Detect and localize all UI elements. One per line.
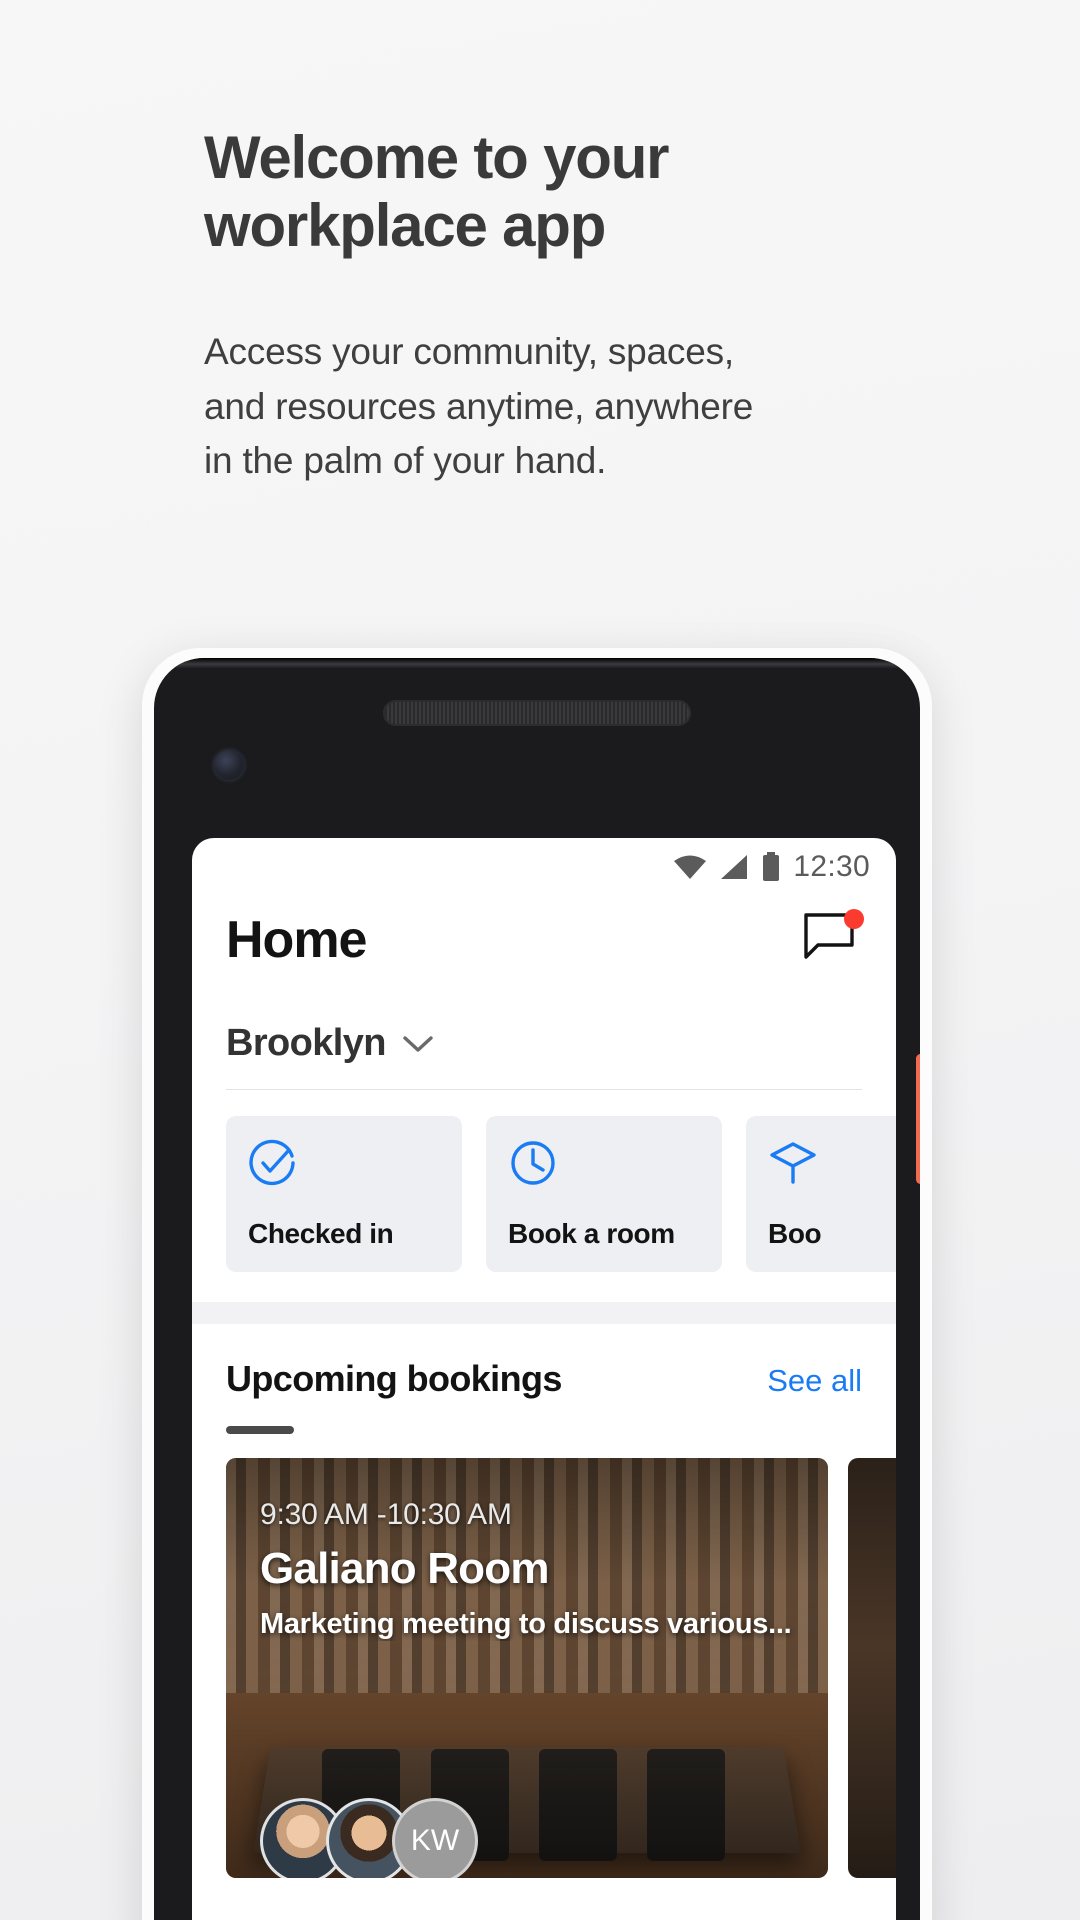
bezel-highlight: [154, 658, 920, 668]
check-circle-icon: [249, 1139, 295, 1186]
location-selector[interactable]: Brooklyn: [192, 970, 896, 1089]
booking-room-name: Galiano Room: [260, 1544, 549, 1593]
unread-badge: [844, 909, 864, 929]
quick-action-label: Checked in: [248, 1218, 394, 1249]
section-separator: [192, 1302, 896, 1324]
chair: [647, 1749, 726, 1862]
booking-card-next-peek[interactable]: [848, 1458, 896, 1878]
quick-actions-row[interactable]: Checked in Book a room Boo: [192, 1090, 896, 1302]
promo-block: Welcome to your workplace app Access you…: [204, 124, 924, 489]
page-subtitle: Access your community, spaces, and resou…: [204, 330, 754, 482]
booking-card[interactable]: 9:30 AM -10:30 AM Galiano Room Marketing…: [226, 1458, 828, 1878]
attendee-avatars[interactable]: KW: [260, 1798, 478, 1878]
carousel-indicator: [226, 1426, 294, 1434]
quick-action-label: Book a room: [508, 1218, 675, 1249]
status-bar-time: 12:30: [793, 850, 870, 883]
desk-icon: [770, 1142, 816, 1184]
quick-action-book-a-room[interactable]: Book a room: [486, 1116, 722, 1272]
app-page-title: Home: [226, 911, 367, 969]
cellular-signal-icon: [721, 855, 748, 879]
upcoming-bookings-header: Upcoming bookings See all: [192, 1324, 896, 1400]
booking-description: Marketing meeting to discuss various...: [260, 1608, 792, 1640]
earpiece-speaker: [383, 700, 691, 726]
app-header: Home: [192, 896, 896, 970]
quick-action-label: Boo: [768, 1218, 822, 1249]
page-title: Welcome to your workplace app: [204, 124, 670, 260]
front-camera-icon: [214, 750, 244, 780]
volume-side-button[interactable]: [916, 1054, 920, 1184]
battery-icon: [763, 852, 780, 881]
see-all-link[interactable]: See all: [767, 1363, 862, 1399]
bookings-carousel[interactable]: 9:30 AM -10:30 AM Galiano Room Marketing…: [192, 1434, 896, 1878]
phone-bezel: 12:30 Home Brooklyn Checked in Book a ro…: [154, 658, 920, 1920]
chair: [539, 1749, 618, 1862]
avatar-initials[interactable]: KW: [392, 1798, 478, 1878]
clock-icon: [511, 1141, 555, 1185]
location-name: Brooklyn: [226, 1022, 387, 1064]
wifi-icon: [674, 855, 707, 879]
status-bar: 12:30: [192, 838, 896, 896]
booking-time: 9:30 AM -10:30 AM: [260, 1498, 512, 1531]
phone-mockup: 12:30 Home Brooklyn Checked in Book a ro…: [142, 648, 932, 1920]
phone-screen: 12:30 Home Brooklyn Checked in Book a ro…: [192, 838, 896, 1920]
chat-button[interactable]: [802, 909, 864, 969]
chevron-down-icon: [403, 1035, 433, 1052]
quick-action-checked-in[interactable]: Checked in: [226, 1116, 462, 1272]
quick-action-book-a-desk[interactable]: Boo: [746, 1116, 896, 1272]
booking-text: 9:30 AM -10:30 AM Galiano Room Marketing…: [260, 1498, 798, 1641]
section-title: Upcoming bookings: [226, 1358, 562, 1399]
